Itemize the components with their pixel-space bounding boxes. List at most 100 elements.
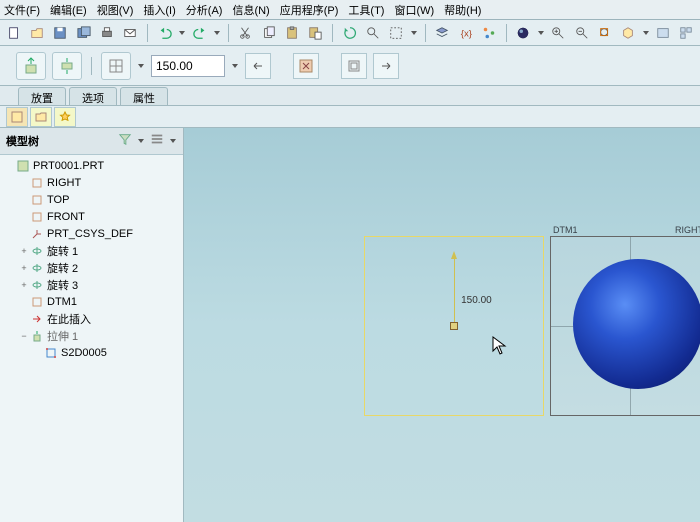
- datum-plane-icon: [30, 176, 44, 190]
- paste-icon[interactable]: [282, 23, 301, 43]
- email-icon[interactable]: [121, 23, 140, 43]
- tree-revolve-1[interactable]: +旋转 1: [0, 242, 183, 259]
- select-dropdown[interactable]: [410, 23, 418, 43]
- menu-insert[interactable]: 插入(I): [143, 2, 175, 18]
- view-manager-icon[interactable]: [677, 23, 696, 43]
- regenerate-icon[interactable]: [340, 23, 359, 43]
- save-copy-icon[interactable]: [74, 23, 93, 43]
- separator: [228, 24, 229, 42]
- menu-help[interactable]: 帮助(H): [444, 2, 481, 18]
- tree-extrude-1[interactable]: −拉伸 1: [0, 327, 183, 344]
- menu-tools[interactable]: 工具(T): [348, 2, 384, 18]
- separator: [332, 24, 333, 42]
- tree-csys[interactable]: PRT_CSYS_DEF: [0, 225, 183, 242]
- graphics-area[interactable]: 150.00 DTM1 RIGHT: [184, 128, 700, 522]
- datum-label-dtm1: DTM1: [553, 225, 578, 235]
- tab-options[interactable]: 选项: [69, 87, 117, 105]
- zoom-out-icon[interactable]: [572, 23, 591, 43]
- thicken-icon[interactable]: [341, 53, 367, 79]
- menu-file[interactable]: 文件(F): [4, 2, 40, 18]
- part-icon: [16, 159, 30, 173]
- revolve-icon: [30, 261, 44, 275]
- depth-option-icon[interactable]: [101, 52, 131, 80]
- undo-dropdown[interactable]: [178, 23, 186, 43]
- open-file-icon[interactable]: [27, 23, 46, 43]
- tree-insert-here[interactable]: 在此插入: [0, 310, 183, 327]
- tree-revolve-2[interactable]: +旋转 2: [0, 259, 183, 276]
- extrude-direction-icon[interactable]: [16, 52, 46, 80]
- print-icon[interactable]: [97, 23, 116, 43]
- feature-dashboard: [0, 46, 700, 86]
- menu-analyze[interactable]: 分析(A): [186, 2, 223, 18]
- tree-settings-dropdown[interactable]: [169, 131, 177, 151]
- redo-dropdown[interactable]: [213, 23, 221, 43]
- datum-plane-icon: [30, 193, 44, 207]
- tab-placement[interactable]: 放置: [18, 87, 66, 105]
- layers-icon[interactable]: [433, 23, 452, 43]
- tree-datum-front[interactable]: FRONT: [0, 208, 183, 225]
- depth-value-dropdown[interactable]: [231, 56, 239, 76]
- flip-direction-icon[interactable]: [245, 53, 271, 79]
- saved-views-icon[interactable]: [653, 23, 672, 43]
- tree-datum-top[interactable]: TOP: [0, 191, 183, 208]
- select-icon[interactable]: [387, 23, 406, 43]
- sketch-origin-icon: [450, 322, 458, 330]
- zoom-fit-icon[interactable]: [595, 23, 614, 43]
- revolve-icon: [30, 244, 44, 258]
- orient-icon[interactable]: [618, 23, 637, 43]
- insert-arrow-icon: [30, 312, 44, 326]
- menu-window[interactable]: 窗口(W): [394, 2, 434, 18]
- menu-info[interactable]: 信息(N): [232, 2, 269, 18]
- extrude-both-icon[interactable]: [52, 52, 82, 80]
- remove-material-icon[interactable]: [293, 53, 319, 79]
- orient-dropdown[interactable]: [642, 23, 650, 43]
- save-icon[interactable]: [51, 23, 70, 43]
- parameters-icon[interactable]: [479, 23, 498, 43]
- flip-thicken-icon[interactable]: [373, 53, 399, 79]
- find-icon[interactable]: [363, 23, 382, 43]
- new-file-icon[interactable]: [4, 23, 23, 43]
- relations-icon[interactable]: {x}: [456, 23, 475, 43]
- tree-filter-icon[interactable]: [117, 131, 133, 147]
- dimension-line: [454, 257, 455, 325]
- cut-icon[interactable]: [236, 23, 255, 43]
- depth-value-input[interactable]: [151, 55, 225, 77]
- depth-dropdown[interactable]: [137, 56, 145, 76]
- direction-arrow-icon: [451, 251, 457, 259]
- zoom-in-icon[interactable]: [549, 23, 568, 43]
- undo-icon[interactable]: [155, 23, 174, 43]
- appearance-icon[interactable]: [514, 23, 533, 43]
- model-tree-title: 模型树: [6, 133, 39, 149]
- tree-dtm1[interactable]: DTM1: [0, 293, 183, 310]
- separator: [147, 24, 148, 42]
- tree-filter-dropdown[interactable]: [137, 131, 145, 151]
- tree-datum-right[interactable]: RIGHT: [0, 174, 183, 191]
- dashboard-tabs: 放置 选项 属性: [0, 86, 700, 106]
- menu-apps[interactable]: 应用程序(P): [280, 2, 339, 18]
- svg-text:{x}: {x}: [460, 28, 472, 39]
- model-tree-panel: 模型树 PRT0001.PRT RIGHT TOP FRONT PRT_CSYS…: [0, 128, 184, 522]
- redo-icon[interactable]: [190, 23, 209, 43]
- separator: [91, 57, 92, 75]
- tree-revolve-3[interactable]: +旋转 3: [0, 276, 183, 293]
- tree-root[interactable]: PRT0001.PRT: [0, 157, 183, 174]
- dimension-value[interactable]: 150.00: [461, 295, 492, 306]
- tree-sketch[interactable]: S2D0005: [0, 344, 183, 361]
- appearance-dropdown[interactable]: [537, 23, 545, 43]
- separator: [506, 24, 507, 42]
- model-preview-window: DTM1 RIGHT: [550, 236, 700, 416]
- folder-browser-tab[interactable]: [30, 107, 52, 127]
- revolve-icon: [30, 278, 44, 292]
- paste-special-icon[interactable]: [306, 23, 325, 43]
- extrude-icon: [30, 329, 44, 343]
- favorites-tab[interactable]: [54, 107, 76, 127]
- model-tree-tab[interactable]: [6, 107, 28, 127]
- tab-properties[interactable]: 属性: [120, 87, 168, 105]
- sketch-preview-box: 150.00: [364, 236, 544, 416]
- copy-icon[interactable]: [259, 23, 278, 43]
- separator: [425, 24, 426, 42]
- menu-edit[interactable]: 编辑(E): [50, 2, 87, 18]
- tree-settings-icon[interactable]: [149, 131, 165, 147]
- model-tree: PRT0001.PRT RIGHT TOP FRONT PRT_CSYS_DEF…: [0, 155, 183, 522]
- menu-view[interactable]: 视图(V): [97, 2, 134, 18]
